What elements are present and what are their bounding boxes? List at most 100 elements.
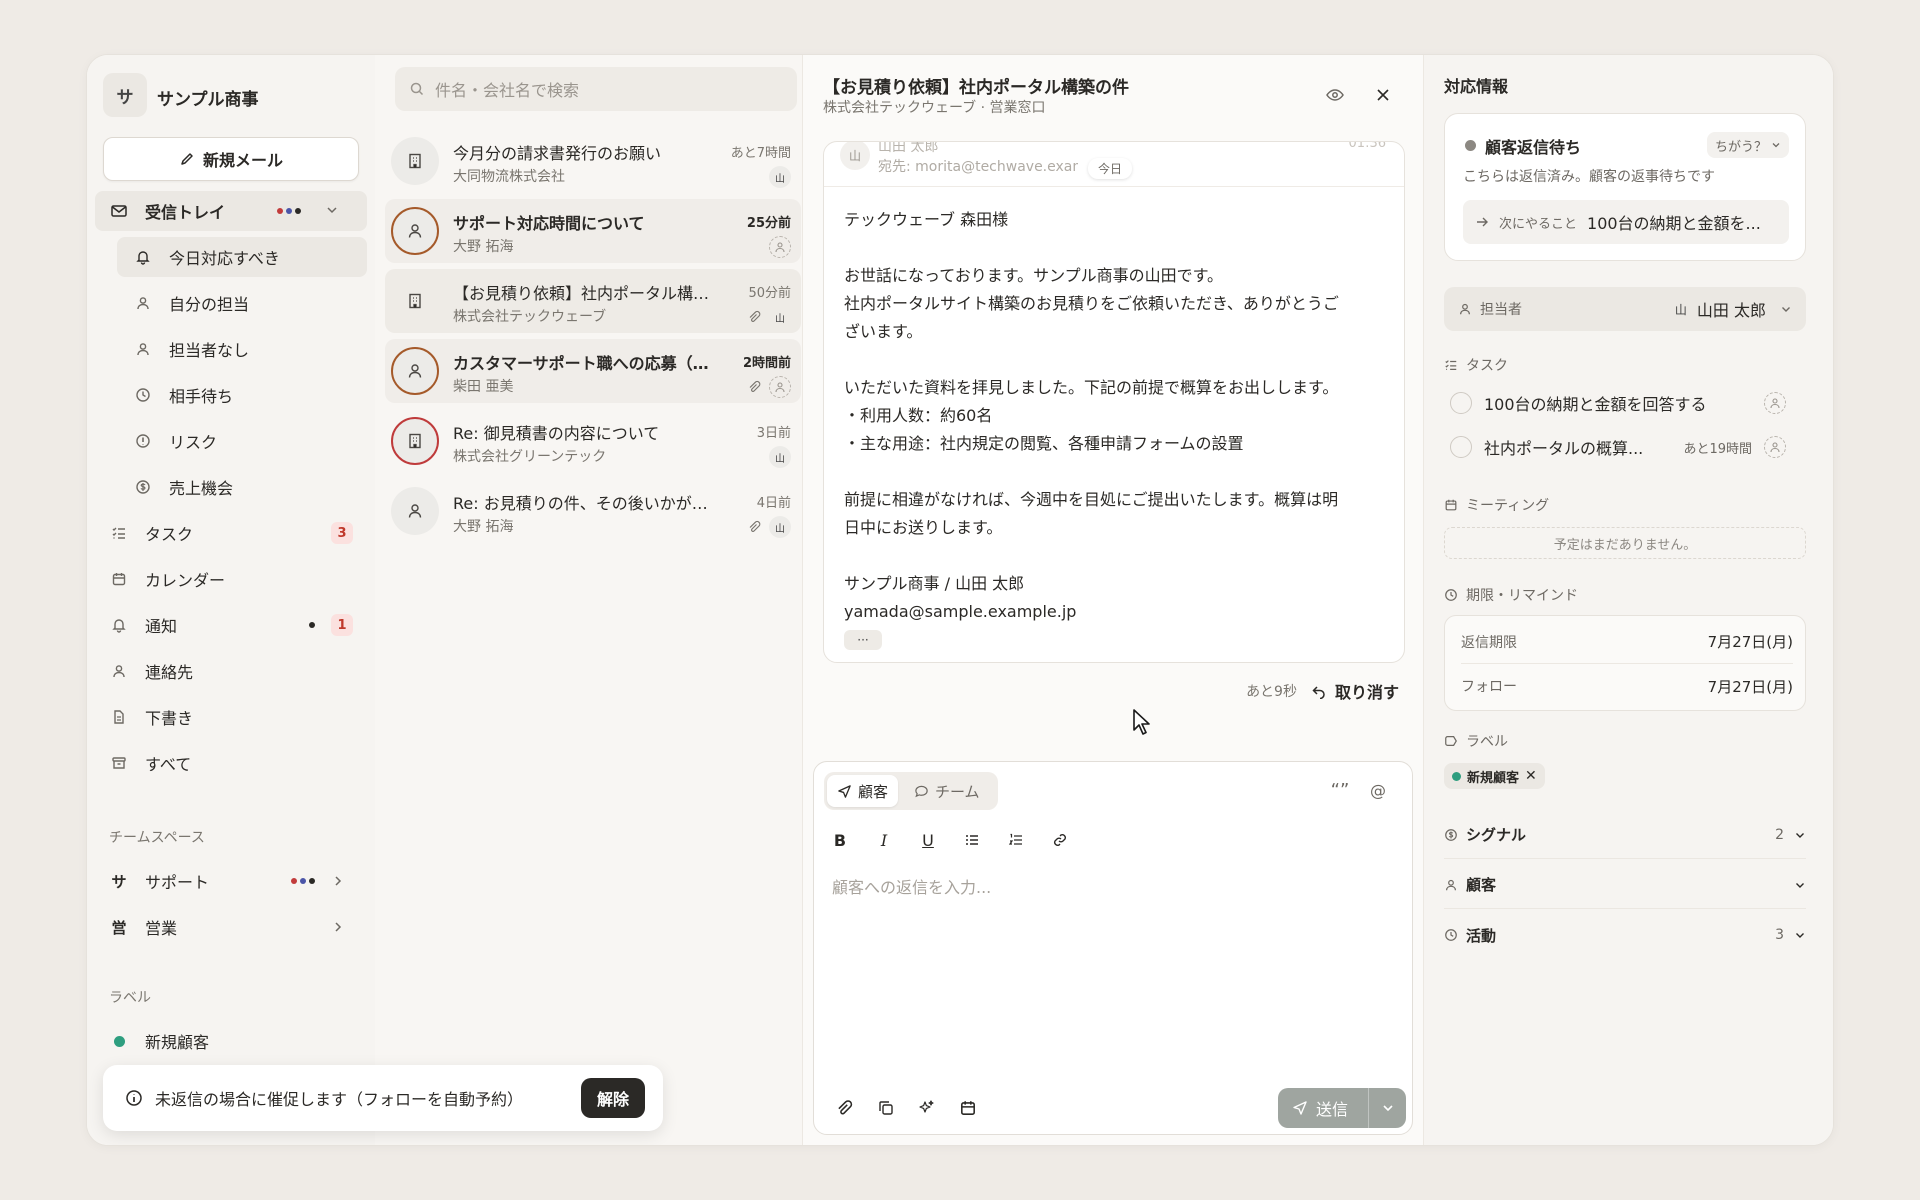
- bullet-list-icon[interactable]: [960, 828, 984, 852]
- tab-team[interactable]: チーム: [904, 775, 990, 807]
- sidebar-item-drafts[interactable]: 下書き: [95, 697, 367, 737]
- italic-icon[interactable]: I: [872, 828, 896, 852]
- chevron-down-icon: [1780, 303, 1792, 315]
- underline-icon[interactable]: U: [916, 828, 940, 852]
- search-input[interactable]: 件名・会社名で検索: [395, 67, 797, 111]
- compose-button[interactable]: 新規メール: [103, 137, 359, 181]
- cancel-follow-up-button[interactable]: 解除: [580, 1078, 645, 1118]
- section-customer[interactable]: 顧客: [1444, 861, 1806, 909]
- send-button[interactable]: 送信: [1278, 1088, 1406, 1128]
- list-item-selected[interactable]: 【お見積り依頼】社内ポータル構築の件 株式会社テックウェーブ 50分前 山: [385, 269, 801, 333]
- paperclip-icon: [747, 310, 761, 324]
- sidebar-item-inbox[interactable]: 受信トレイ: [95, 191, 367, 231]
- schedule-calendar-icon[interactable]: [956, 1096, 980, 1120]
- quote-icon[interactable]: “”: [1328, 778, 1352, 802]
- task-item[interactable]: 100台の納期と金額を回答する: [1450, 385, 1806, 421]
- sidebar-item-label: 今日対応すべき: [169, 249, 280, 268]
- deadline-row[interactable]: フォロー 7月27日(月): [1461, 664, 1793, 708]
- sidebar-item-tasks[interactable]: タスク 3: [95, 513, 367, 553]
- paperclip-icon: [747, 520, 761, 534]
- workspace-name[interactable]: サンプル商事: [157, 85, 259, 110]
- body-greeting: テックウェーブ 森田様: [844, 210, 1009, 229]
- task-item[interactable]: 社内ポータルの概算... あと19時間: [1450, 429, 1806, 465]
- chevron-down-icon: [1794, 879, 1806, 891]
- close-icon[interactable]: [1373, 85, 1393, 105]
- label-color-dot: [1452, 771, 1461, 781]
- sidebar-item-waiting[interactable]: 相手待ち: [117, 375, 367, 415]
- undo-button[interactable]: 取り消す: [1311, 679, 1399, 703]
- chevron-right-icon[interactable]: [331, 874, 345, 888]
- paperclip-icon[interactable]: [832, 1096, 856, 1120]
- section-label: ミーティング: [1466, 498, 1550, 514]
- task-list-icon: [109, 523, 129, 543]
- workspace-avatar[interactable]: サ: [103, 73, 147, 117]
- link-icon[interactable]: [1048, 828, 1072, 852]
- sidebar-team-support[interactable]: サ サポート: [95, 861, 367, 901]
- sidebar-label-new-customer[interactable]: 新規顧客: [95, 1021, 367, 1061]
- sidebar-item-all[interactable]: すべて: [95, 743, 367, 783]
- sidebar-item-label: サポート: [145, 873, 210, 892]
- numbered-list-icon[interactable]: [1004, 828, 1028, 852]
- deadline-row[interactable]: 返信期限 7月27日(月): [1461, 620, 1793, 664]
- label-tag[interactable]: 新規顧客 ✕: [1444, 763, 1545, 789]
- panel-heading: 対応情報: [1444, 77, 1509, 96]
- sparkle-icon[interactable]: [914, 1096, 938, 1120]
- sidebar-item-contacts[interactable]: 連絡先: [95, 651, 367, 691]
- list-item[interactable]: Re: お見積りの件、その後いかがで… 大野 拓海 4日前 山: [385, 479, 801, 543]
- bold-icon[interactable]: B: [828, 828, 852, 852]
- deadline-value: 7月27日(月): [1707, 633, 1793, 651]
- show-more-button[interactable]: ···: [844, 630, 882, 650]
- section-activity[interactable]: 活動 3: [1444, 911, 1806, 959]
- unassigned-chip[interactable]: [1764, 392, 1786, 414]
- section-signals[interactable]: シグナル 2: [1444, 811, 1806, 859]
- sidebar-item-risk[interactable]: リスク: [117, 421, 367, 461]
- undo-arrow-icon: [1311, 683, 1327, 699]
- send-plane-icon: [837, 784, 852, 799]
- tab-label: チーム: [935, 782, 980, 801]
- inbox-label: 受信トレイ: [145, 203, 226, 222]
- chevron-down-icon: [1794, 829, 1806, 841]
- next-action[interactable]: 次にやること 100台の納期と金額を...: [1463, 200, 1789, 244]
- status-dispute-button[interactable]: ちがう？: [1706, 132, 1789, 158]
- team-initial: 営: [111, 918, 127, 937]
- sidebar-item-notifications[interactable]: 通知 1: [95, 605, 367, 645]
- tasks-section-heading: タスク: [1444, 355, 1508, 375]
- sender-avatar: 山: [840, 142, 870, 170]
- sidebar-item-today[interactable]: 今日対応すべき: [117, 237, 367, 277]
- remove-label-icon[interactable]: ✕: [1525, 768, 1537, 784]
- list-item[interactable]: サポート対応時間について 大野 拓海 25分前: [385, 199, 801, 263]
- list-item[interactable]: 今月分の請求書発行のお願い 大同物流株式会社 あと7時間 山: [385, 129, 801, 193]
- list-item-from: 株式会社テックウェーブ: [453, 309, 607, 325]
- tab-customer[interactable]: 顧客: [827, 775, 899, 807]
- person-avatar: [391, 487, 439, 535]
- unassigned-chip[interactable]: [769, 236, 791, 258]
- assignee-selector[interactable]: 担当者 山 山田 太郎: [1444, 287, 1806, 331]
- copy-icon[interactable]: [874, 1096, 898, 1120]
- task-checkbox[interactable]: [1450, 436, 1472, 458]
- chevron-right-icon[interactable]: [331, 920, 345, 934]
- sidebar-team-sales[interactable]: 営 営業: [95, 907, 367, 947]
- app-window: サ サンプル商事 新規メール 受信トレイ 今日対応すべき 自分の担当 担当者なし…: [86, 54, 1834, 1146]
- unassigned-chip[interactable]: [1764, 436, 1786, 458]
- chevron-down-icon[interactable]: [325, 203, 339, 217]
- unread-dot: [309, 622, 315, 628]
- eye-icon[interactable]: [1325, 85, 1345, 105]
- sidebar-item-mine[interactable]: 自分の担当: [117, 283, 367, 323]
- person-avatar: [391, 207, 439, 255]
- send-options-chevron-icon[interactable]: [1369, 1101, 1406, 1115]
- reply-input[interactable]: 顧客への返信を入力...: [832, 874, 991, 898]
- section-label: 期限・リマインド: [1466, 588, 1578, 604]
- send-main[interactable]: 送信: [1278, 1096, 1368, 1120]
- list-item[interactable]: カスタマーサポート職への応募（… 柴田 亜美 2時間前: [385, 339, 801, 403]
- list-item[interactable]: Re: 御見積書の内容について 株式会社グリーンテック 3日前 山: [385, 409, 801, 473]
- person-icon: [1458, 302, 1472, 316]
- task-checkbox[interactable]: [1450, 392, 1472, 414]
- unassigned-chip[interactable]: [769, 376, 791, 398]
- mention-icon[interactable]: @: [1366, 778, 1390, 802]
- sidebar-item-opportunity[interactable]: 売上機会: [117, 467, 367, 507]
- building-icon: [406, 432, 424, 450]
- list-item-time: あと7時間: [730, 146, 791, 161]
- sidebar-item-unassigned[interactable]: 担当者なし: [117, 329, 367, 369]
- sidebar-item-calendar[interactable]: カレンダー: [95, 559, 367, 599]
- label-section-heading: ラベル: [1444, 731, 1508, 751]
